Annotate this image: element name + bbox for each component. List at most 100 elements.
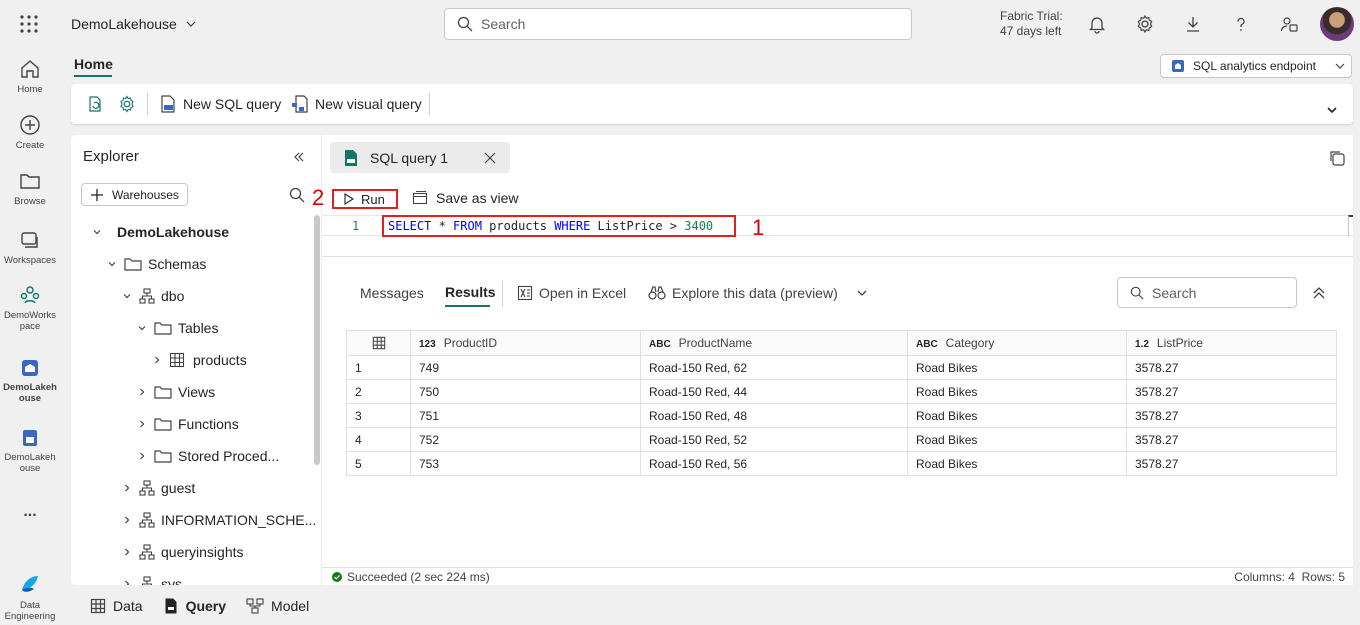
ribbon-expand-button[interactable] xyxy=(1326,98,1338,122)
tree-label: Stored Proced... xyxy=(178,448,280,464)
close-icon[interactable] xyxy=(484,152,496,164)
table-cell[interactable]: Road Bikes xyxy=(907,451,1127,476)
explore-data-button[interactable]: Explore this data (preview) xyxy=(648,285,868,301)
table-cell[interactable]: 3578.27 xyxy=(1126,355,1337,380)
success-icon xyxy=(332,571,342,582)
table-row[interactable]: 2 750 Road-150 Red, 44 Road Bikes 3578.27 xyxy=(346,379,1337,404)
table-cell[interactable]: Road-150 Red, 44 xyxy=(640,379,908,404)
notifications-icon[interactable] xyxy=(1086,13,1108,35)
chevron-down-icon[interactable] xyxy=(856,287,868,299)
tree-label: products xyxy=(193,352,247,368)
rail-workspaces[interactable]: Workspaces xyxy=(0,229,60,266)
table-cell[interactable]: 3578.27 xyxy=(1126,451,1337,476)
item-switcher[interactable]: DemoLakehouse xyxy=(71,16,197,32)
trial-status[interactable]: Fabric Trial: 47 days left xyxy=(1000,9,1063,39)
tree-item-products[interactable]: products xyxy=(151,344,247,376)
editor-scrollbar[interactable] xyxy=(1348,215,1353,237)
callout-number-2: 2 xyxy=(312,185,325,210)
table-cell[interactable]: 3578.27 xyxy=(1126,403,1337,428)
table-row[interactable]: 4 752 Road-150 Red, 52 Road Bikes 3578.27 xyxy=(346,427,1337,452)
rail-demoworkspace-label: DemoWorks pace xyxy=(3,310,57,332)
tree-item-demolakehouse[interactable]: DemoLakehouse xyxy=(91,216,229,248)
table-row[interactable]: 3 751 Road-150 Red, 48 Road Bikes 3578.27 xyxy=(346,403,1337,428)
help-icon[interactable] xyxy=(1230,13,1252,35)
tree-item-schemas[interactable]: Schemas xyxy=(106,248,206,280)
table-row[interactable]: 1 749 Road-150 Red, 62 Road Bikes 3578.27 xyxy=(346,355,1337,380)
table-cell[interactable]: 749 xyxy=(410,355,641,380)
tree-item-guest[interactable]: guest xyxy=(121,472,195,504)
add-warehouses-button[interactable]: Warehouses xyxy=(81,183,188,206)
table-cell[interactable]: Road-150 Red, 56 xyxy=(640,451,908,476)
tab-sql-query-1[interactable]: SQL query 1 xyxy=(330,142,510,173)
save-as-view-button[interactable]: Save as view xyxy=(412,190,518,206)
table-cell[interactable]: 752 xyxy=(410,427,641,452)
tab-messages[interactable]: Messages xyxy=(360,285,424,301)
tab-home[interactable]: Home xyxy=(74,56,113,72)
column-type-icon: 123 xyxy=(419,339,436,350)
rail-browse[interactable]: Browse xyxy=(0,170,60,207)
results-search-input[interactable]: Search xyxy=(1117,277,1297,308)
endpoint-switcher[interactable]: SQL analytics endpoint xyxy=(1160,54,1352,78)
table-cell[interactable]: 3578.27 xyxy=(1126,427,1337,452)
tree-item-queryinsights[interactable]: queryinsights xyxy=(121,536,244,568)
tree-item-sys[interactable]: sys xyxy=(121,568,182,585)
app-launcher-icon[interactable] xyxy=(18,13,40,35)
settings-button[interactable] xyxy=(117,92,137,116)
column-header-category[interactable]: ABC Category xyxy=(907,330,1127,356)
select-all-cell[interactable] xyxy=(346,330,411,356)
column-header-productid[interactable]: 123 ProductID xyxy=(410,330,641,356)
tab-query[interactable]: Query xyxy=(163,598,226,614)
new-visual-query-button[interactable]: New visual query xyxy=(290,92,422,116)
explorer-scrollbar[interactable] xyxy=(314,215,320,465)
new-sql-query-button[interactable]: New SQL query xyxy=(158,92,281,116)
tree-item-functions[interactable]: Functions xyxy=(136,408,239,440)
ribbon-divider xyxy=(429,93,430,115)
column-name: ProductID xyxy=(443,336,498,350)
tree-item-information-schema[interactable]: INFORMATION_SCHE... xyxy=(121,504,316,536)
collapse-pane-icon[interactable] xyxy=(293,151,305,163)
table-cell[interactable]: Road-150 Red, 62 xyxy=(640,355,908,380)
table-cell[interactable]: Road-150 Red, 48 xyxy=(640,403,908,428)
copy-icon[interactable] xyxy=(1328,149,1346,167)
folder-icon xyxy=(154,450,172,463)
user-avatar[interactable] xyxy=(1320,7,1354,41)
column-header-productname[interactable]: ABC ProductName xyxy=(640,330,908,356)
table-cell[interactable]: Road Bikes xyxy=(907,379,1127,404)
results-splitter[interactable] xyxy=(322,256,1353,257)
rail-data-engineering[interactable]: Data Engineering xyxy=(0,572,60,622)
refresh-button[interactable] xyxy=(85,92,105,116)
tab-data[interactable]: Data xyxy=(90,598,143,614)
table-cell[interactable]: Road-150 Red, 52 xyxy=(640,427,908,452)
explorer-search-icon[interactable] xyxy=(289,187,305,203)
open-in-excel-button[interactable]: Open in Excel xyxy=(517,285,626,301)
table-cell[interactable]: Road Bikes xyxy=(907,427,1127,452)
chevron-down-icon xyxy=(1335,63,1345,69)
table-cell[interactable]: 751 xyxy=(410,403,641,428)
download-icon[interactable] xyxy=(1182,13,1204,35)
tree-item-stored-procedures[interactable]: Stored Proced... xyxy=(136,440,279,472)
tree-item-views[interactable]: Views xyxy=(136,376,215,408)
collapse-results-icon[interactable] xyxy=(1312,286,1326,300)
rail-sql-endpoint[interactable]: DemoLakeh ouse xyxy=(0,428,60,474)
global-search-input[interactable]: Search xyxy=(444,8,912,40)
rail-demoworkspace[interactable]: DemoWorks pace xyxy=(0,284,60,332)
rail-home[interactable]: Home xyxy=(0,58,60,95)
tree-item-tables[interactable]: Tables xyxy=(136,312,218,344)
share-people-icon[interactable] xyxy=(1278,13,1300,35)
table-cell[interactable]: 3578.27 xyxy=(1126,379,1337,404)
tab-results[interactable]: Results xyxy=(445,284,496,300)
sql-code-line[interactable]: SELECT * FROM products WHERE ListPrice >… xyxy=(382,215,736,237)
table-cell[interactable]: 753 xyxy=(410,451,641,476)
rail-create[interactable]: Create xyxy=(0,114,60,151)
table-cell[interactable]: Road Bikes xyxy=(907,355,1127,380)
tree-item-dbo[interactable]: dbo xyxy=(121,280,184,312)
column-header-listprice[interactable]: 1.2 ListPrice xyxy=(1126,330,1337,356)
table-cell[interactable]: Road Bikes xyxy=(907,403,1127,428)
tab-model[interactable]: Model xyxy=(246,598,309,614)
rail-demolakehouse[interactable]: DemoLakeh ouse xyxy=(0,358,60,404)
table-row[interactable]: 5 753 Road-150 Red, 56 Road Bikes 3578.27 xyxy=(346,451,1337,476)
table-cell[interactable]: 750 xyxy=(410,379,641,404)
settings-icon[interactable] xyxy=(1134,13,1156,35)
run-button[interactable]: Run xyxy=(332,189,398,209)
rail-more[interactable]: ... xyxy=(0,504,60,520)
